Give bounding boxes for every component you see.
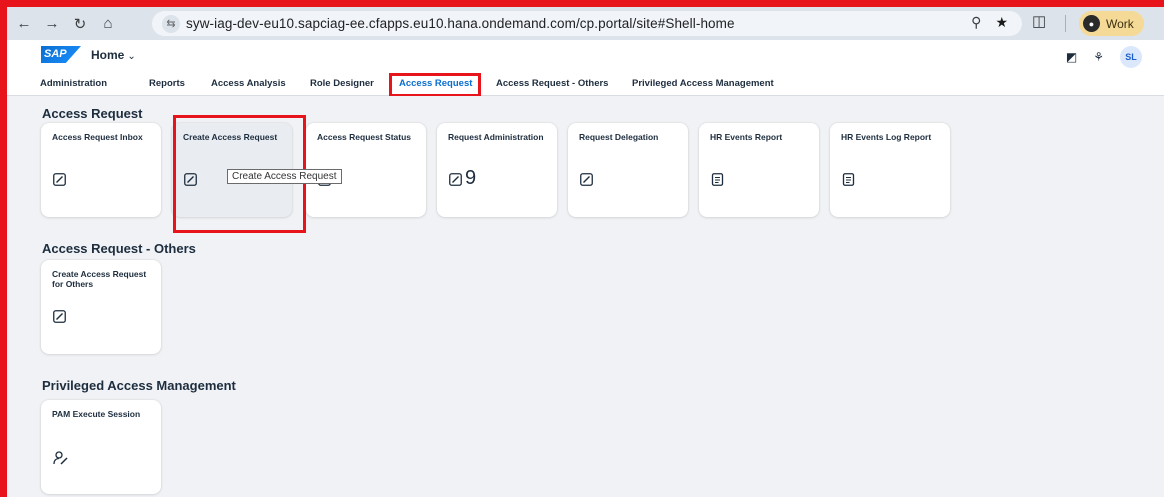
checklist-icon (711, 173, 724, 186)
tile-hr-events-log-report[interactable]: HR Events Log Report (830, 123, 950, 217)
tile-tooltip: Create Access Request (227, 169, 342, 184)
tile-count: 9 (465, 167, 477, 189)
edit-icon (449, 173, 462, 186)
user-edit-icon (53, 451, 68, 465)
tile-title: Access Request Status (317, 132, 412, 142)
sap-logo[interactable]: SAP (41, 46, 81, 63)
tile-hr-events-report[interactable]: HR Events Report (699, 123, 819, 217)
help-icon[interactable]: ◩ (1066, 50, 1077, 64)
menu-icon[interactable]: ⋮ (1159, 15, 1164, 33)
chevron-down-icon: ⌄ (127, 51, 136, 62)
tile-title: Request Delegation (579, 132, 659, 142)
tile-pam-execute-session[interactable]: PAM Execute Session (41, 400, 161, 494)
annotation-frame-left (0, 0, 7, 497)
tab-reports[interactable]: Reports (149, 78, 185, 89)
tile-request-delegation[interactable]: Request Delegation (568, 123, 688, 217)
toolbar-divider (1065, 15, 1066, 32)
tab-privileged-access-management[interactable]: Privileged Access Management (632, 78, 774, 89)
browser-toolbar: ← → ↻ ⌂ ⇆ syw-iag-dev-eu10.sapciag-ee.cf… (7, 7, 1164, 40)
tile-title: Request Administration (448, 132, 544, 142)
reload-icon[interactable]: ↻ (69, 13, 91, 35)
tab-role-designer[interactable]: Role Designer (310, 78, 374, 89)
zoom-icon[interactable]: ⚲ (971, 14, 981, 31)
section-title-access-request-others: Access Request - Others (42, 241, 196, 256)
annotation-tab-highlight (389, 73, 481, 97)
tile-access-request-inbox[interactable]: Access Request Inbox (41, 123, 161, 217)
edit-icon (53, 310, 66, 323)
notifications-icon[interactable]: ⚘ (1093, 50, 1104, 64)
tile-title: Create Access Request for Others (52, 269, 147, 289)
edit-icon (53, 173, 66, 186)
section-title-access-request: Access Request (42, 106, 143, 121)
extensions-icon[interactable]: ◫ (1032, 12, 1046, 30)
tile-request-administration[interactable]: Request Administration 9 (437, 123, 557, 217)
edit-icon (580, 173, 593, 186)
url-text: syw-iag-dev-eu10.sapciag-ee.cfapps.eu10.… (186, 16, 735, 31)
profile-label: Work (1106, 16, 1134, 31)
user-avatar[interactable]: SL (1120, 46, 1142, 68)
checklist-icon (842, 173, 855, 186)
home-icon[interactable]: ⌂ (97, 13, 119, 35)
tab-access-analysis[interactable]: Access Analysis (211, 78, 286, 89)
site-info-icon[interactable]: ⇆ (162, 14, 180, 33)
tile-title: HR Events Report (710, 132, 783, 142)
tile-title: Access Request Inbox (52, 132, 143, 142)
home-menu-label: Home (91, 48, 125, 62)
tab-access-request-others[interactable]: Access Request - Others (496, 78, 608, 89)
back-icon[interactable]: ← (13, 13, 35, 35)
tile-create-access-request-for-others[interactable]: Create Access Request for Others (41, 260, 161, 354)
tile-title: HR Events Log Report (841, 132, 932, 142)
home-menu-button[interactable]: Home ⌄ (91, 48, 136, 62)
tile-title: PAM Execute Session (52, 409, 141, 419)
space-tab-bar: Administration Reports Access Analysis R… (7, 72, 1164, 96)
forward-icon[interactable]: → (41, 13, 63, 35)
address-bar[interactable]: ⇆ syw-iag-dev-eu10.sapciag-ee.cfapps.eu1… (152, 11, 1022, 36)
profile-button[interactable]: ● Work (1079, 11, 1144, 36)
tab-administration[interactable]: Administration (40, 78, 107, 89)
bookmark-star-icon[interactable]: ★ (995, 14, 1008, 31)
section-title-privileged-access-management: Privileged Access Management (42, 378, 236, 393)
annotation-frame-top (0, 0, 1164, 7)
profile-avatar-icon: ● (1083, 15, 1100, 32)
